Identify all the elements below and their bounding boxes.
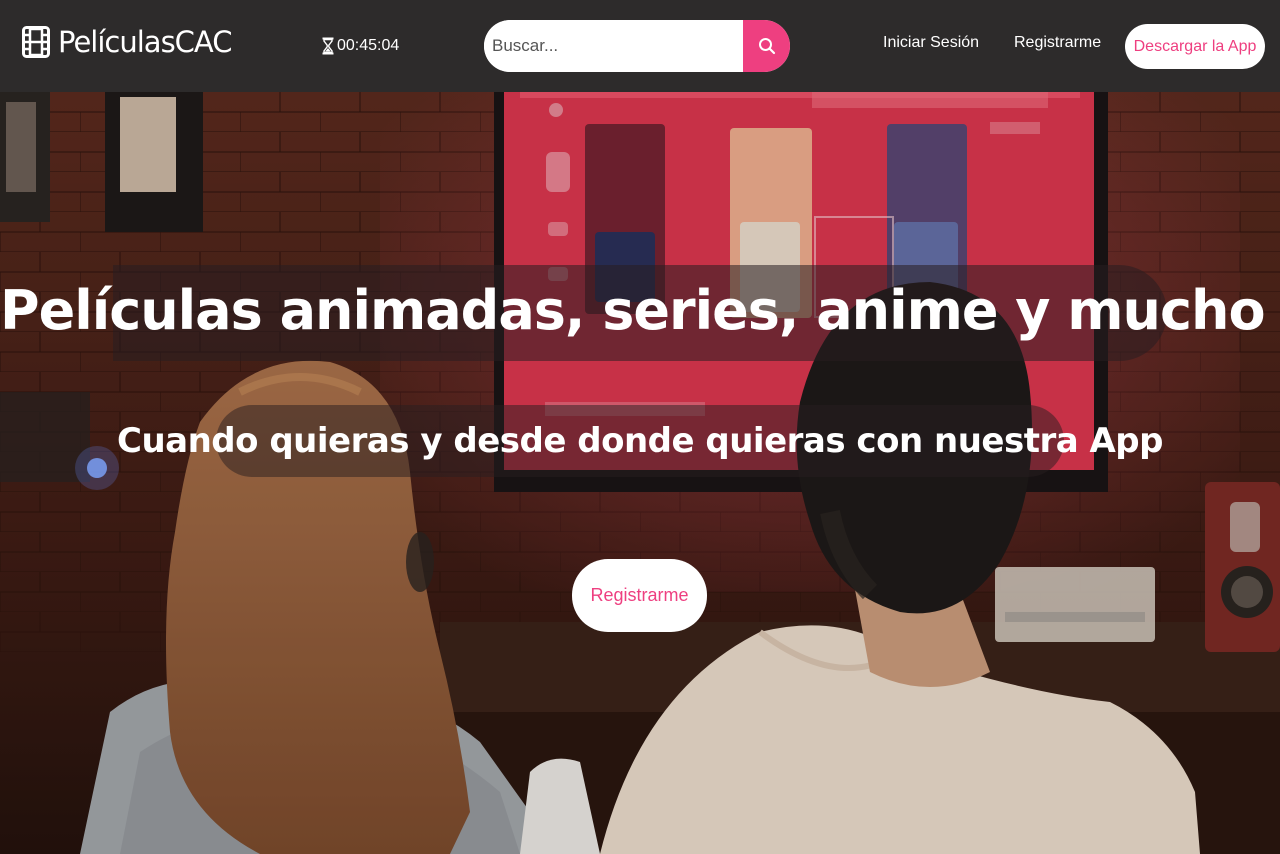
search-icon bbox=[758, 38, 775, 55]
brand-logo-link[interactable]: PelículasCAC bbox=[22, 22, 232, 62]
hero-title: Películas animadas, series, anime y much… bbox=[0, 279, 1280, 342]
register-link[interactable]: Registrarme bbox=[1014, 34, 1101, 52]
film-icon bbox=[22, 26, 50, 58]
brand-name: PelículasCAC bbox=[58, 25, 232, 59]
timer-value: 00:45:04 bbox=[337, 37, 400, 54]
hero-section: Películas animadas, series, anime y much… bbox=[0, 92, 1280, 854]
hero-register-button[interactable]: Registrarme bbox=[572, 559, 707, 632]
hero-subtitle: Cuando quieras y desde donde quieras con… bbox=[117, 421, 1163, 461]
countdown-timer: 00:45:04 bbox=[322, 34, 399, 58]
search-input[interactable] bbox=[484, 20, 743, 72]
navbar: PelículasCAC 00:45:04 Iniciar Sesión Reg… bbox=[0, 0, 1280, 92]
hourglass-icon bbox=[322, 37, 334, 55]
download-app-button[interactable]: Descargar la App bbox=[1125, 24, 1265, 69]
search-button[interactable] bbox=[743, 20, 790, 72]
search-form bbox=[484, 20, 790, 72]
login-link[interactable]: Iniciar Sesión bbox=[883, 34, 979, 52]
